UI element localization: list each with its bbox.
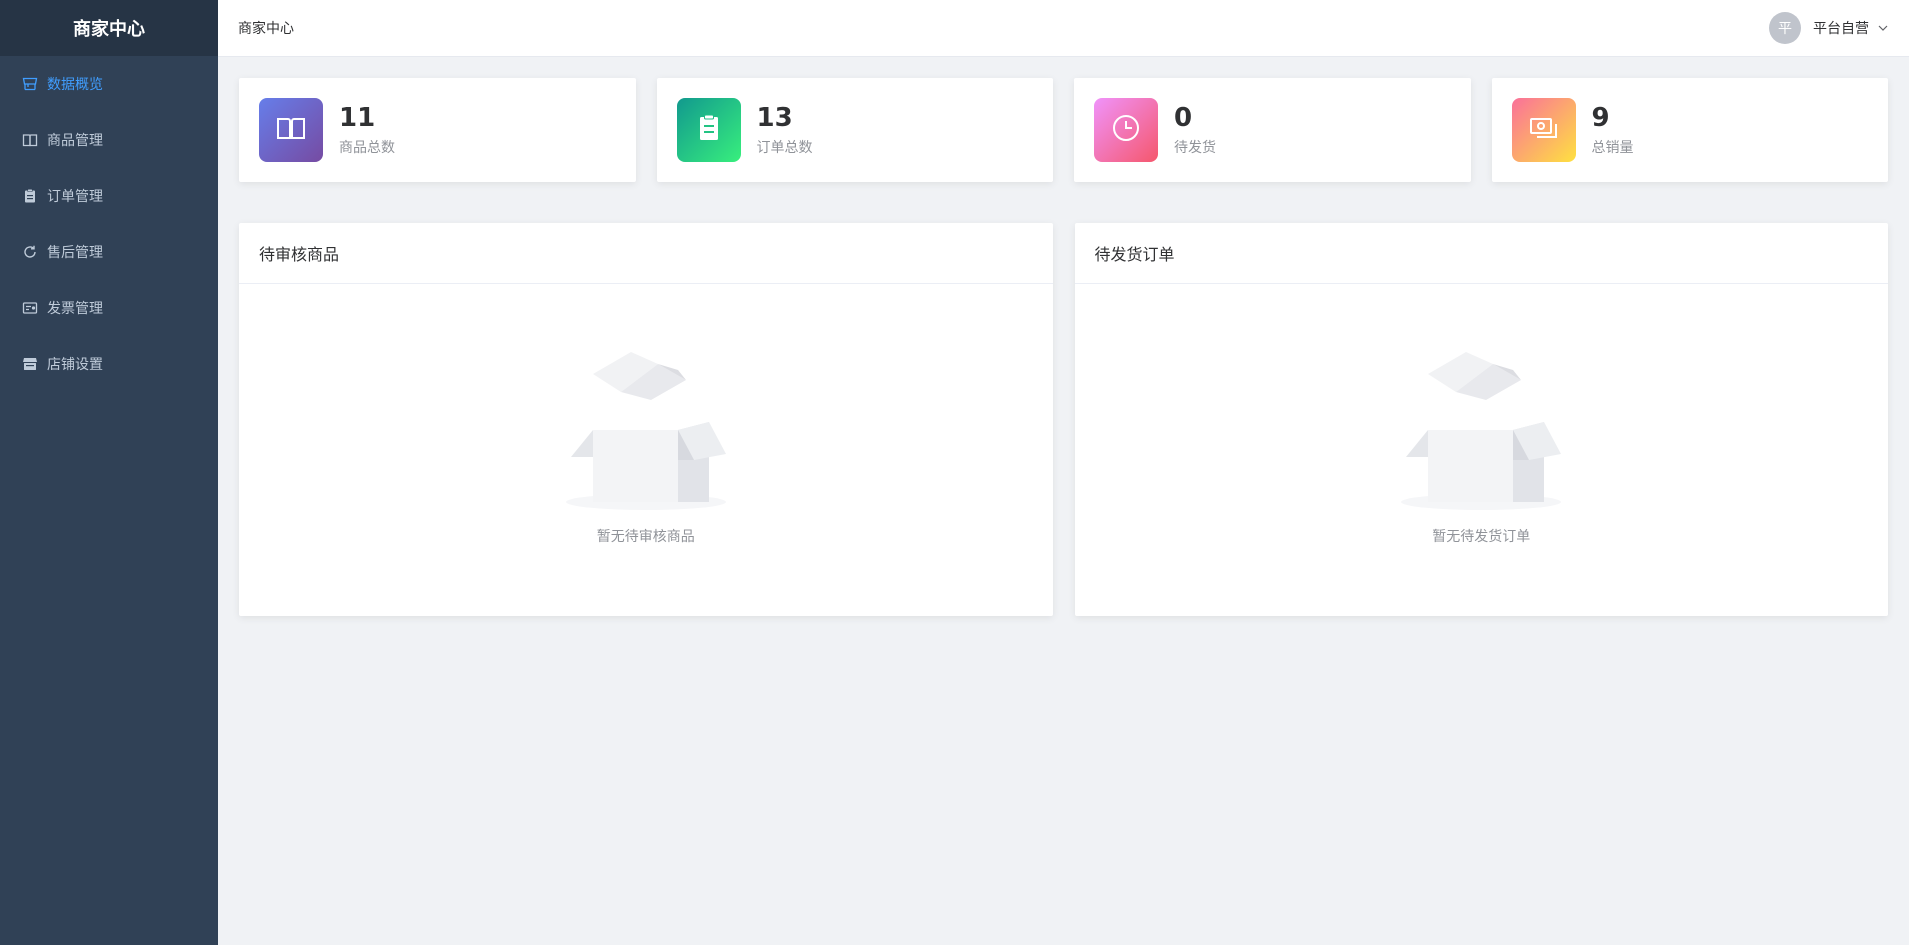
stat-label: 订单总数 bbox=[756, 140, 813, 156]
stat-value: 9 bbox=[1591, 103, 1610, 133]
stats-row: 11 商品总数 13 订单总数 0 待发货 9 总销量 bbox=[239, 78, 1888, 182]
stat-icon-bg bbox=[1511, 98, 1576, 162]
stat-card-orders: 13 订单总数 bbox=[656, 78, 1053, 182]
sidebar-item-shop-settings[interactable]: 店铺设置 bbox=[0, 336, 218, 392]
sidebar-logo: 商家中心 bbox=[0, 0, 218, 56]
avatar[interactable]: 平 bbox=[1769, 12, 1801, 44]
empty-box-icon bbox=[1401, 352, 1562, 512]
shop-icon bbox=[22, 356, 38, 372]
empty-text: 暂无待发货订单 bbox=[1432, 529, 1531, 545]
empty-text: 暂无待审核商品 bbox=[596, 529, 695, 545]
sidebar-item-products[interactable]: 商品管理 bbox=[0, 112, 218, 168]
top-header: 商家中心 平 平台自营 bbox=[218, 0, 1909, 57]
sidebar-item-overview[interactable]: 数据概览 bbox=[0, 56, 218, 112]
stat-label: 总销量 bbox=[1591, 140, 1634, 156]
clipboard-icon bbox=[22, 188, 38, 204]
stat-text: 11 商品总数 bbox=[339, 103, 395, 157]
empty-box-icon bbox=[565, 352, 726, 512]
stat-icon-bg bbox=[259, 98, 323, 162]
user-name[interactable]: 平台自营 bbox=[1813, 18, 1869, 38]
stat-value: 0 bbox=[1174, 103, 1193, 133]
sidebar-item-label: 店铺设置 bbox=[47, 357, 103, 373]
stat-label: 待发货 bbox=[1174, 140, 1216, 156]
empty-state: 暂无待审核商品 bbox=[239, 284, 1053, 616]
sidebar-item-after-sales[interactable]: 售后管理 bbox=[0, 224, 218, 280]
storefront-icon bbox=[22, 76, 38, 92]
stat-card-products: 11 商品总数 bbox=[239, 78, 636, 182]
sidebar-item-label: 订单管理 bbox=[47, 189, 103, 205]
sidebar-item-orders[interactable]: 订单管理 bbox=[0, 168, 218, 224]
sidebar-item-invoices[interactable]: 发票管理 bbox=[0, 280, 218, 336]
main-content: 11 商品总数 13 订单总数 0 待发货 9 总销量 待审核商品 暂无待审核商… bbox=[218, 57, 1909, 945]
sidebar-item-label: 商品管理 bbox=[47, 133, 103, 149]
stat-value: 13 bbox=[756, 103, 793, 133]
invoice-icon bbox=[22, 300, 38, 316]
panel-pending-review: 待审核商品 暂无待审核商品 bbox=[239, 223, 1053, 616]
stat-card-pending-shipment: 0 待发货 bbox=[1074, 78, 1471, 182]
panels-row: 待审核商品 暂无待审核商品 待发货订单 暂无待发货订单 bbox=[239, 223, 1888, 616]
stat-text: 13 订单总数 bbox=[757, 103, 813, 157]
panel-title: 待发货订单 bbox=[1074, 223, 1888, 284]
sidebar: 商家中心 数据概览 商品管理 订单管理 售后管理 发票管理 店铺设置 bbox=[0, 0, 218, 945]
clock-icon bbox=[1110, 112, 1142, 148]
book-icon bbox=[22, 132, 38, 148]
stat-text: 9 总销量 bbox=[1592, 103, 1634, 157]
stat-value: 11 bbox=[339, 103, 376, 133]
panel-pending-shipment: 待发货订单 暂无待发货订单 bbox=[1074, 223, 1889, 616]
empty-state: 暂无待发货订单 bbox=[1075, 284, 1889, 616]
refresh-icon bbox=[22, 244, 38, 260]
sidebar-item-label: 发票管理 bbox=[47, 301, 103, 317]
money-icon bbox=[1528, 112, 1560, 148]
sidebar-item-label: 售后管理 bbox=[47, 245, 103, 261]
sidebar-item-label: 数据概览 bbox=[47, 77, 103, 93]
clipboard-icon bbox=[693, 112, 725, 148]
stat-label: 商品总数 bbox=[339, 140, 395, 156]
book-icon bbox=[275, 112, 307, 148]
chevron-down-icon[interactable] bbox=[1877, 22, 1889, 34]
stat-icon-bg bbox=[676, 98, 741, 162]
stat-card-total-sales: 9 总销量 bbox=[1491, 78, 1888, 182]
panel-title: 待审核商品 bbox=[239, 223, 1053, 284]
stat-icon-bg bbox=[1094, 98, 1158, 162]
breadcrumb[interactable]: 商家中心 bbox=[238, 18, 294, 38]
stat-text: 0 待发货 bbox=[1174, 103, 1216, 157]
sidebar-menu: 数据概览 商品管理 订单管理 售后管理 发票管理 店铺设置 bbox=[0, 56, 218, 392]
user-dropdown[interactable]: 平 平台自营 bbox=[1769, 12, 1889, 44]
